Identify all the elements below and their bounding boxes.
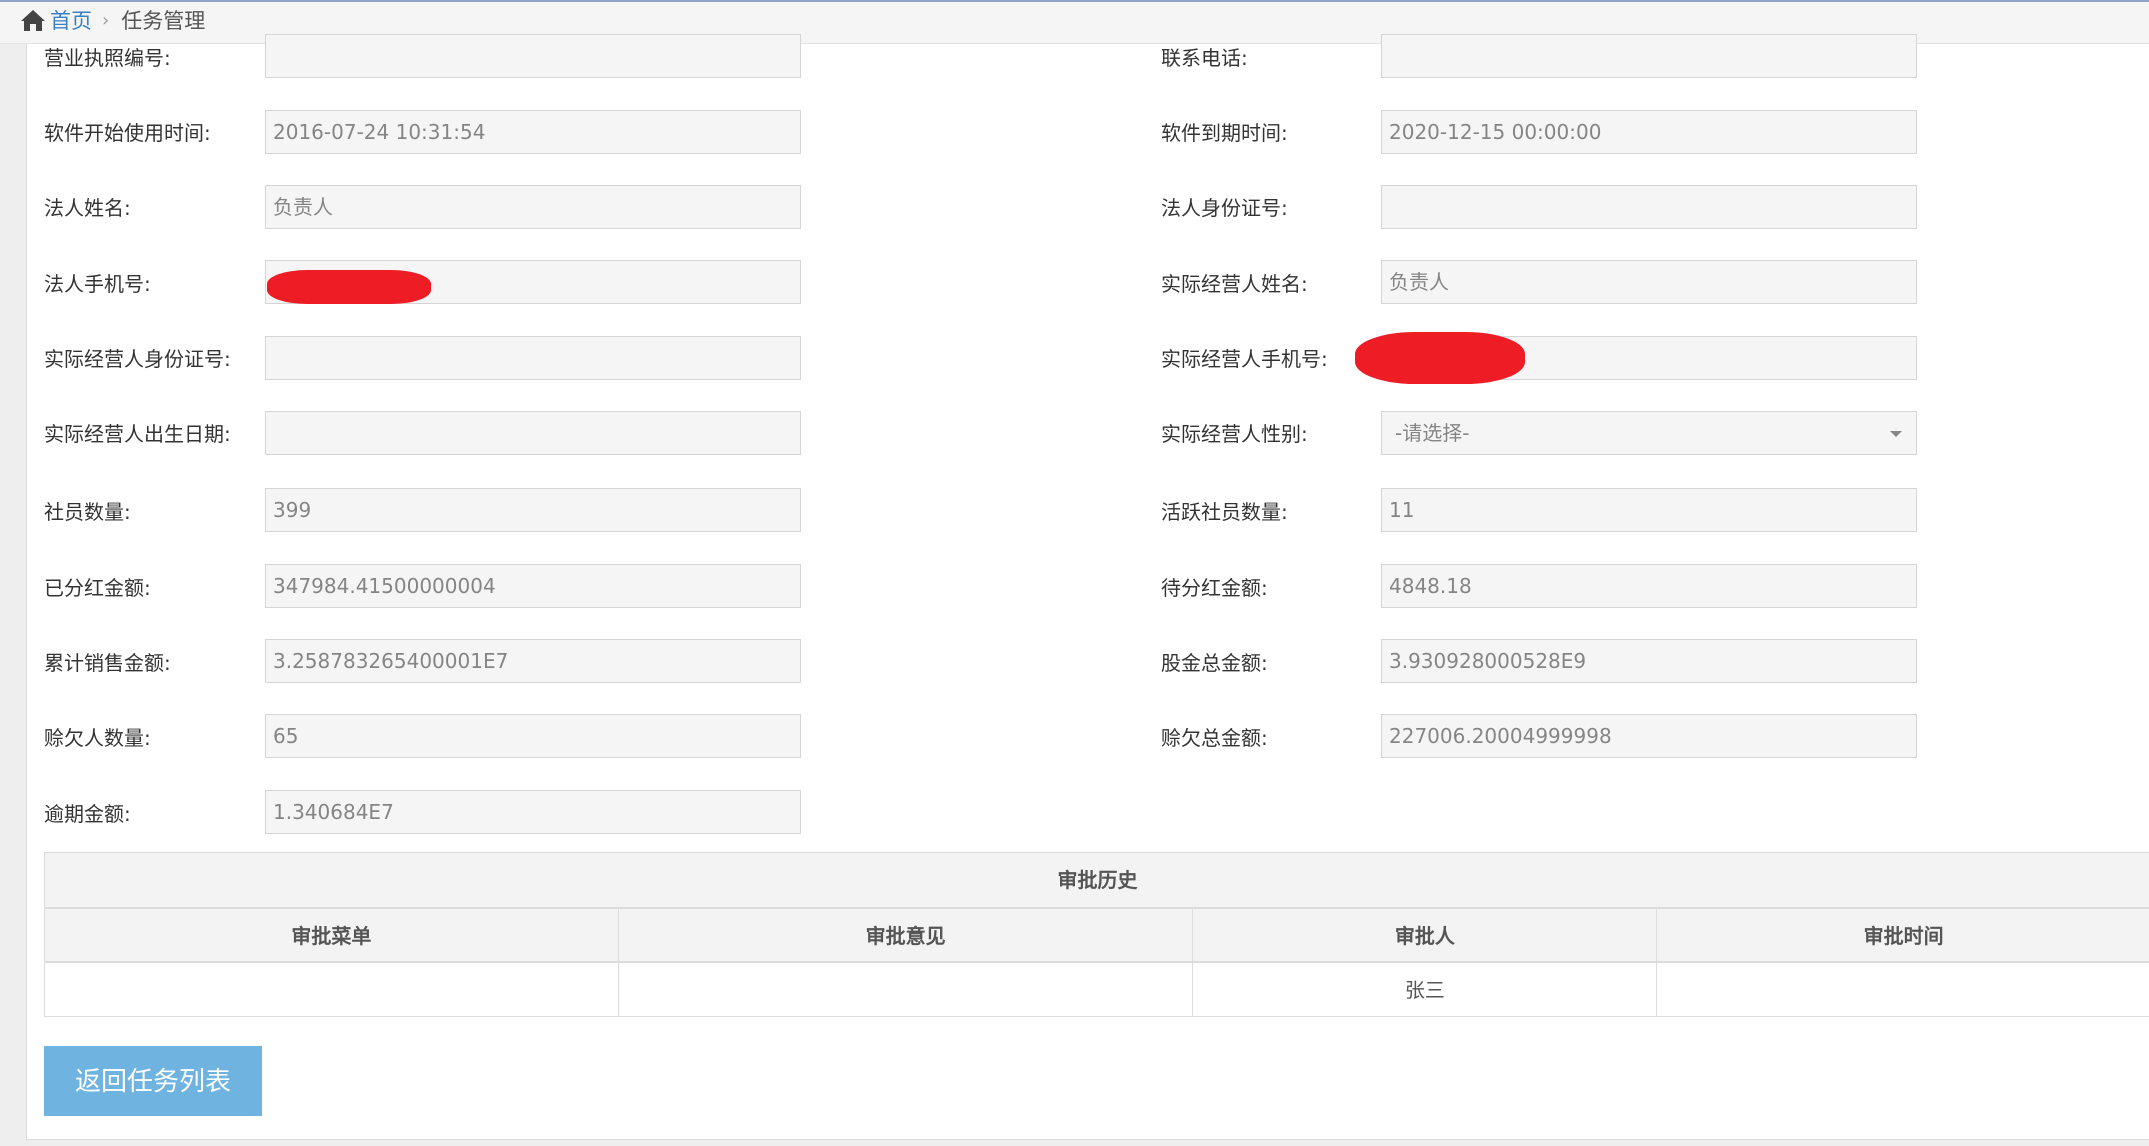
overdue-amount-label: 逾期金额: (44, 802, 131, 826)
total-sales-label: 累计销售金额: (44, 651, 171, 675)
total-shares-field[interactable]: 3.930928000528E9 (1381, 639, 1917, 683)
dividend-pending-label: 待分红金额: (1161, 576, 1268, 600)
total-shares-label: 股金总金额: (1161, 651, 1268, 675)
member-count-field[interactable]: 399 (265, 488, 801, 532)
column-header: 审批意见 (618, 909, 1194, 963)
breadcrumb-home-link[interactable]: 首页 (50, 5, 92, 35)
chevron-down-icon (1890, 431, 1902, 437)
breadcrumb-separator: › (102, 9, 110, 31)
home-icon (21, 10, 45, 31)
breadcrumb-current: 任务管理 (121, 9, 206, 33)
debtor-count-label: 赊欠人数量: (44, 726, 151, 750)
table-cell (1657, 963, 2149, 1017)
dividend-paid-label: 已分红金额: (44, 576, 151, 600)
debt-total-label: 赊欠总金额: (1161, 726, 1268, 750)
debtor-count-field[interactable]: 65 (265, 714, 801, 758)
redaction-mark (267, 270, 431, 304)
operator-id-field[interactable] (265, 336, 801, 380)
legal-person-id-label: 法人身份证号: (1161, 196, 1288, 220)
legal-person-name-label: 法人姓名: (44, 196, 131, 220)
task-detail-panel: 营业执照编号: 联系电话: 软件开始使用时间: 2016-07-24 10:31… (26, 34, 2149, 1140)
table-header-row: 审批菜单 审批意见 审批人 审批时间 (45, 909, 2149, 963)
table-cell (618, 963, 1194, 1017)
approval-history-title: 审批历史 (45, 853, 2149, 909)
operator-birth-field[interactable] (265, 411, 801, 455)
total-sales-field[interactable]: 3.258783265400001E7 (265, 639, 801, 683)
software-start-time-label: 软件开始使用时间: (44, 121, 211, 145)
breadcrumb: 首页 › 任务管理 (20, 4, 205, 36)
table-cell (45, 963, 619, 1017)
business-license-field[interactable] (265, 34, 801, 78)
back-to-task-list-button[interactable]: 返回任务列表 (44, 1046, 262, 1116)
software-expire-time-label: 软件到期时间: (1161, 121, 1288, 145)
approval-history-table: 审批历史 审批菜单 审批意见 审批人 审批时间 张三 (44, 852, 2149, 1017)
operator-gender-value: -请选择- (1395, 421, 1470, 445)
software-expire-time-field[interactable]: 2020-12-15 00:00:00 (1381, 110, 1917, 154)
redaction-mark (1355, 332, 1525, 384)
legal-person-phone-label: 法人手机号: (44, 272, 151, 296)
operator-gender-label: 实际经营人性别: (1161, 422, 1308, 446)
dividend-pending-field[interactable]: 4848.18 (1381, 564, 1917, 608)
operator-name-field[interactable]: 负责人 (1381, 260, 1917, 304)
debt-total-field[interactable]: 227006.20004999998 (1381, 714, 1917, 758)
legal-person-id-field[interactable] (1381, 185, 1917, 229)
overdue-amount-field[interactable]: 1.340684E7 (265, 790, 801, 834)
active-member-count-label: 活跃社员数量: (1161, 500, 1288, 524)
operator-birth-label: 实际经营人出生日期: (44, 422, 231, 446)
member-count-label: 社员数量: (44, 500, 131, 524)
dividend-paid-field[interactable]: 347984.41500000004 (265, 564, 801, 608)
operator-gender-select[interactable]: -请选择- (1381, 411, 1917, 455)
operator-id-label: 实际经营人身份证号: (44, 347, 231, 371)
software-start-time-field[interactable]: 2016-07-24 10:31:54 (265, 110, 801, 154)
column-header: 审批人 (1193, 909, 1658, 963)
table-cell: 张三 (1193, 963, 1658, 1017)
business-license-label: 营业执照编号: (44, 46, 171, 70)
contact-phone-label: 联系电话: (1161, 46, 1248, 70)
operator-phone-label: 实际经营人手机号: (1161, 347, 1328, 371)
operator-name-label: 实际经营人姓名: (1161, 272, 1308, 296)
legal-person-name-field[interactable]: 负责人 (265, 185, 801, 229)
column-header: 审批时间 (1657, 909, 2149, 963)
active-member-count-field[interactable]: 11 (1381, 488, 1917, 532)
table-row: 张三 (45, 963, 2149, 1017)
column-header: 审批菜单 (45, 909, 619, 963)
contact-phone-field[interactable] (1381, 34, 1917, 78)
